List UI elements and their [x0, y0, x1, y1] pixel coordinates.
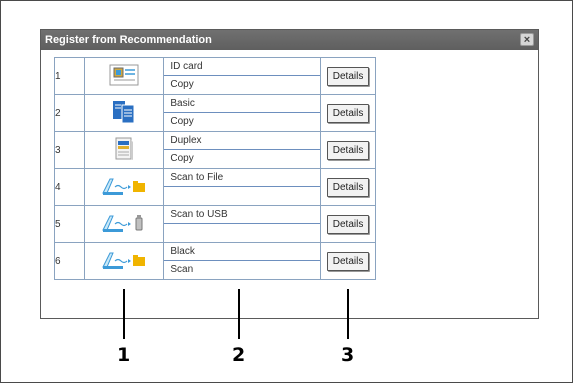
details-button[interactable]: Details: [326, 140, 370, 160]
table-row[interactable]: 6 Black Scan Details: [54, 242, 376, 280]
black-scan-icon: [101, 252, 147, 274]
row-number: 1: [54, 57, 85, 95]
dialog-titlebar: Register from Recommendation ×: [41, 30, 538, 50]
dialog-title: Register from Recommendation: [45, 34, 212, 46]
table-row[interactable]: 5 Scan to USB Details: [54, 205, 376, 243]
callout-number-2: 2: [232, 344, 246, 366]
shortcut-type: Scan: [170, 264, 194, 275]
row-number: 4: [54, 168, 85, 206]
id-card-copy-icon: [108, 64, 140, 90]
row-number: 6: [54, 242, 85, 280]
shortcut-name: Black: [164, 243, 321, 261]
details-button[interactable]: Details: [326, 103, 370, 123]
shortcut-name: Duplex: [164, 132, 321, 150]
row-number: 5: [54, 205, 85, 243]
table-row[interactable]: 4 Scan to File Details: [54, 168, 376, 206]
shortcut-type: Copy: [170, 116, 194, 127]
shortcut-name: Basic: [164, 95, 321, 113]
callout-line-1: [123, 289, 125, 339]
recommendation-table: 1 ID card Copy Details 2 Basic Copy Deta…: [54, 57, 376, 280]
details-button[interactable]: Details: [326, 177, 370, 197]
register-dialog: Register from Recommendation × 1 ID card…: [40, 29, 539, 319]
shortcut-type: Copy: [170, 153, 194, 164]
details-button[interactable]: Details: [326, 66, 370, 86]
shortcut-type: [164, 224, 320, 242]
details-button[interactable]: Details: [326, 251, 370, 271]
shortcut-type: Copy: [170, 79, 194, 90]
duplex-copy-icon: [113, 137, 135, 165]
callout-line-3: [347, 289, 349, 339]
row-number: 3: [54, 131, 85, 169]
callout-number-3: 3: [341, 344, 355, 366]
table-row[interactable]: 3 Duplex Copy Details: [54, 131, 376, 169]
table-row[interactable]: 1 ID card Copy Details: [54, 57, 376, 95]
details-button[interactable]: Details: [326, 214, 370, 234]
table-row[interactable]: 2 Basic Copy Details: [54, 94, 376, 132]
scan-to-usb-icon: [101, 214, 147, 237]
scan-to-file-icon: [101, 178, 147, 200]
basic-copy-icon: [109, 100, 139, 128]
shortcut-name: Scan to USB: [164, 206, 321, 224]
shortcut-name: ID card: [164, 58, 321, 76]
shortcut-type: [164, 187, 320, 205]
close-button[interactable]: ×: [520, 33, 534, 46]
callout-line-2: [238, 289, 240, 339]
row-number: 2: [54, 94, 85, 132]
callout-number-1: 1: [117, 344, 131, 366]
shortcut-name: Scan to File: [164, 169, 321, 187]
